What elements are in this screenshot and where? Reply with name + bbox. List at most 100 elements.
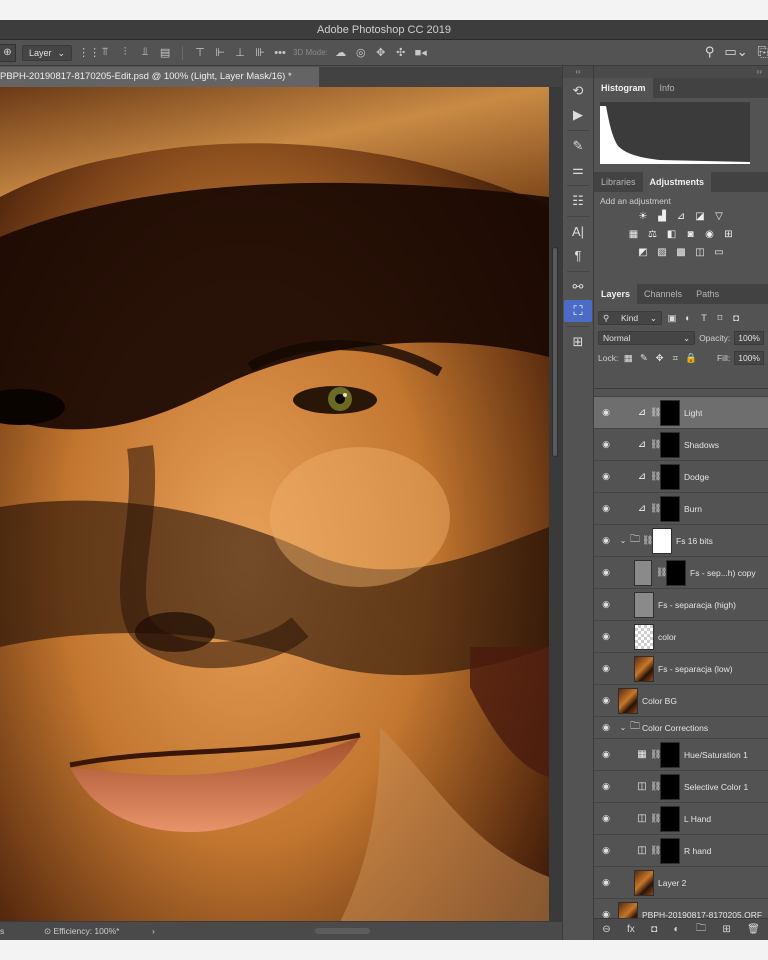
layer-mask-thumbnail[interactable] bbox=[660, 773, 680, 800]
photo-filter-icon[interactable]: ◙ bbox=[683, 228, 698, 242]
link-icon[interactable]: ⛓ bbox=[656, 567, 667, 578]
search-icon[interactable]: ⚲ bbox=[705, 44, 715, 60]
layer-name[interactable]: Fs - separacja (high) bbox=[658, 600, 736, 610]
layer-name[interactable]: Selective Color 1 bbox=[684, 782, 748, 792]
auto-select-dropdown[interactable]: Layer ⌄ bbox=[22, 44, 73, 61]
distribute-horizontal-icon[interactable]: ⊪ bbox=[253, 46, 267, 59]
link-icon[interactable]: ⛓ bbox=[650, 781, 661, 792]
actions-play-icon[interactable]: ▶ bbox=[564, 104, 592, 126]
gradient-map-icon[interactable]: ▭ bbox=[712, 246, 727, 260]
visibility-eye-icon[interactable]: ◉ bbox=[594, 781, 618, 792]
adjust-sliders-icon[interactable]: ⚌ bbox=[564, 159, 592, 181]
distribute-top-icon[interactable]: ⊤ bbox=[193, 46, 207, 59]
layer-row[interactable]: ◉ Fs - separacja (high) bbox=[594, 589, 768, 621]
3d-roll-icon[interactable]: ◎ bbox=[354, 46, 368, 59]
history-icon[interactable]: ⟲ bbox=[564, 80, 592, 102]
visibility-eye-icon[interactable]: ◉ bbox=[594, 503, 618, 514]
scrollbar-thumb[interactable] bbox=[552, 247, 558, 457]
lock-position-icon[interactable]: ✥ bbox=[654, 353, 666, 364]
color-balance-icon[interactable]: ⚖ bbox=[645, 228, 660, 242]
efficiency-readout[interactable]: ⊙ Efficiency: 100%* bbox=[44, 922, 119, 940]
link-icon[interactable]: ⛓ bbox=[650, 503, 661, 514]
layer-row[interactable]: ◉ ◫ ⛓ Selective Color 1 bbox=[594, 771, 768, 803]
visibility-eye-icon[interactable]: ◉ bbox=[594, 407, 618, 418]
layer-group-row[interactable]: ◉ ⌄ 🗀 ⛓ Fs 16 bits bbox=[594, 525, 768, 557]
layer-row[interactable]: ◉ ⊿ ⛓ Shadows bbox=[594, 429, 768, 461]
lock-pixels-icon[interactable]: ✎ bbox=[638, 353, 650, 364]
layer-row[interactable]: ◉ ▦ ⛓ Hue/Saturation 1 bbox=[594, 739, 768, 771]
navigator-icon[interactable]: ⚯ bbox=[564, 276, 592, 298]
more-options-button[interactable]: ••• bbox=[273, 47, 287, 59]
visibility-eye-icon[interactable]: ◉ bbox=[594, 749, 618, 760]
layer-row[interactable]: ◉ ◫ ⛓ R hand bbox=[594, 835, 768, 867]
filter-type-icon[interactable]: T bbox=[698, 313, 710, 324]
visibility-eye-icon[interactable]: ◉ bbox=[594, 813, 618, 824]
filter-shape-icon[interactable]: ⌑ bbox=[714, 313, 726, 324]
chevron-down-icon[interactable]: ⌄ bbox=[618, 723, 628, 732]
link-icon[interactable]: ⛓ bbox=[650, 439, 661, 450]
tab-adjustments[interactable]: Adjustments bbox=[642, 172, 712, 192]
align-vcenter-icon[interactable]: ⫶ bbox=[118, 46, 132, 59]
layer-row[interactable]: ◉ ⊿ ⛓ Burn bbox=[594, 493, 768, 525]
visibility-eye-icon[interactable]: ◉ bbox=[594, 722, 618, 733]
character-icon[interactable]: A| bbox=[564, 221, 592, 243]
visibility-eye-icon[interactable]: ◉ bbox=[594, 439, 618, 450]
invert-icon[interactable]: ◩ bbox=[636, 246, 651, 260]
hue-saturation-icon[interactable]: ▦ bbox=[626, 228, 641, 242]
layer-row[interactable]: ◉ Layer 2 bbox=[594, 867, 768, 899]
tab-layers[interactable]: Layers bbox=[594, 284, 638, 304]
horizontal-scrollbar-thumb[interactable] bbox=[315, 928, 370, 934]
tab-channels[interactable]: Channels bbox=[637, 284, 689, 304]
collapse-icon[interactable]: ‹‹ bbox=[563, 66, 593, 78]
opacity-field[interactable]: 100% bbox=[734, 331, 764, 345]
layer-name[interactable]: Light bbox=[684, 408, 702, 418]
visibility-eye-icon[interactable]: ◉ bbox=[594, 599, 618, 610]
vibrance-icon[interactable]: ▽ bbox=[712, 210, 727, 224]
layer-name[interactable]: Dodge bbox=[684, 472, 709, 482]
layer-name[interactable]: color bbox=[658, 632, 676, 642]
visibility-eye-icon[interactable]: ◉ bbox=[594, 877, 618, 888]
expand-icon[interactable]: ›› bbox=[594, 66, 768, 78]
workspace-icon[interactable]: ▭⌄ bbox=[724, 44, 747, 60]
brightness-icon[interactable]: ☀ bbox=[636, 210, 651, 224]
status-menu-arrow[interactable]: › bbox=[152, 922, 155, 940]
channel-mixer-icon[interactable]: ◉ bbox=[702, 228, 717, 242]
exposure-icon[interactable]: ◪ bbox=[693, 210, 708, 224]
group-name[interactable]: Fs 16 bits bbox=[676, 536, 713, 546]
layer-row[interactable]: ◉ color bbox=[594, 621, 768, 653]
layer-name[interactable]: Layer 2 bbox=[658, 878, 686, 888]
properties-icon[interactable]: ☷ bbox=[564, 190, 592, 212]
group-name[interactable]: Color Corrections bbox=[642, 723, 708, 733]
link-icon[interactable]: ⛓ bbox=[650, 845, 661, 856]
layer-mask-thumbnail[interactable] bbox=[660, 431, 680, 458]
fill-field[interactable]: 100% bbox=[734, 351, 764, 365]
filter-pixel-icon[interactable]: ▣ bbox=[666, 313, 678, 324]
visibility-eye-icon[interactable]: ◉ bbox=[594, 567, 618, 578]
3d-camera-icon[interactable]: ■◂ bbox=[414, 46, 428, 59]
curves-icon[interactable]: ⊿ bbox=[674, 210, 689, 224]
layer-mask-thumbnail[interactable] bbox=[666, 559, 686, 586]
link-icon[interactable]: ⛓ bbox=[650, 813, 661, 824]
align-bottom-icon[interactable]: ⫫ bbox=[138, 46, 152, 59]
layer-name[interactable]: PBPH-20190817-8170205.ORF bbox=[642, 910, 762, 919]
black-white-icon[interactable]: ◧ bbox=[664, 228, 679, 242]
tab-histogram[interactable]: Histogram bbox=[594, 78, 653, 98]
layer-name[interactable]: Fs - separacja (low) bbox=[658, 664, 733, 674]
transform-controls-icon[interactable]: ⋮⋮ bbox=[78, 46, 100, 59]
layer-row[interactable]: ◉ PBPH-20190817-8170205.ORF bbox=[594, 899, 768, 918]
visibility-eye-icon[interactable]: ◉ bbox=[594, 471, 618, 482]
link-layers-icon[interactable]: ⊖ bbox=[602, 924, 610, 935]
paths-icon[interactable]: ⛶ bbox=[564, 300, 592, 322]
new-adjustment-icon[interactable]: ◐ bbox=[674, 924, 680, 935]
layer-row[interactable]: ◉ Color BG bbox=[594, 685, 768, 717]
visibility-eye-icon[interactable]: ◉ bbox=[594, 535, 618, 546]
layer-row[interactable]: ◉ Fs - separacja (low) bbox=[594, 653, 768, 685]
link-icon[interactable]: ⛓ bbox=[650, 749, 661, 760]
layer-mask-thumbnail[interactable] bbox=[660, 463, 680, 490]
layer-name[interactable]: Fs - sep...h) copy bbox=[690, 568, 756, 578]
layer-group-row[interactable]: ◉ ⌄ 🗀 Color Corrections bbox=[594, 717, 768, 739]
distribute-bottom-icon[interactable]: ⊥ bbox=[233, 46, 247, 59]
document-canvas[interactable] bbox=[0, 87, 549, 940]
layer-filter-select[interactable]: ⚲ Kind ⌄ bbox=[598, 311, 662, 325]
layer-name[interactable]: L Hand bbox=[684, 814, 711, 824]
